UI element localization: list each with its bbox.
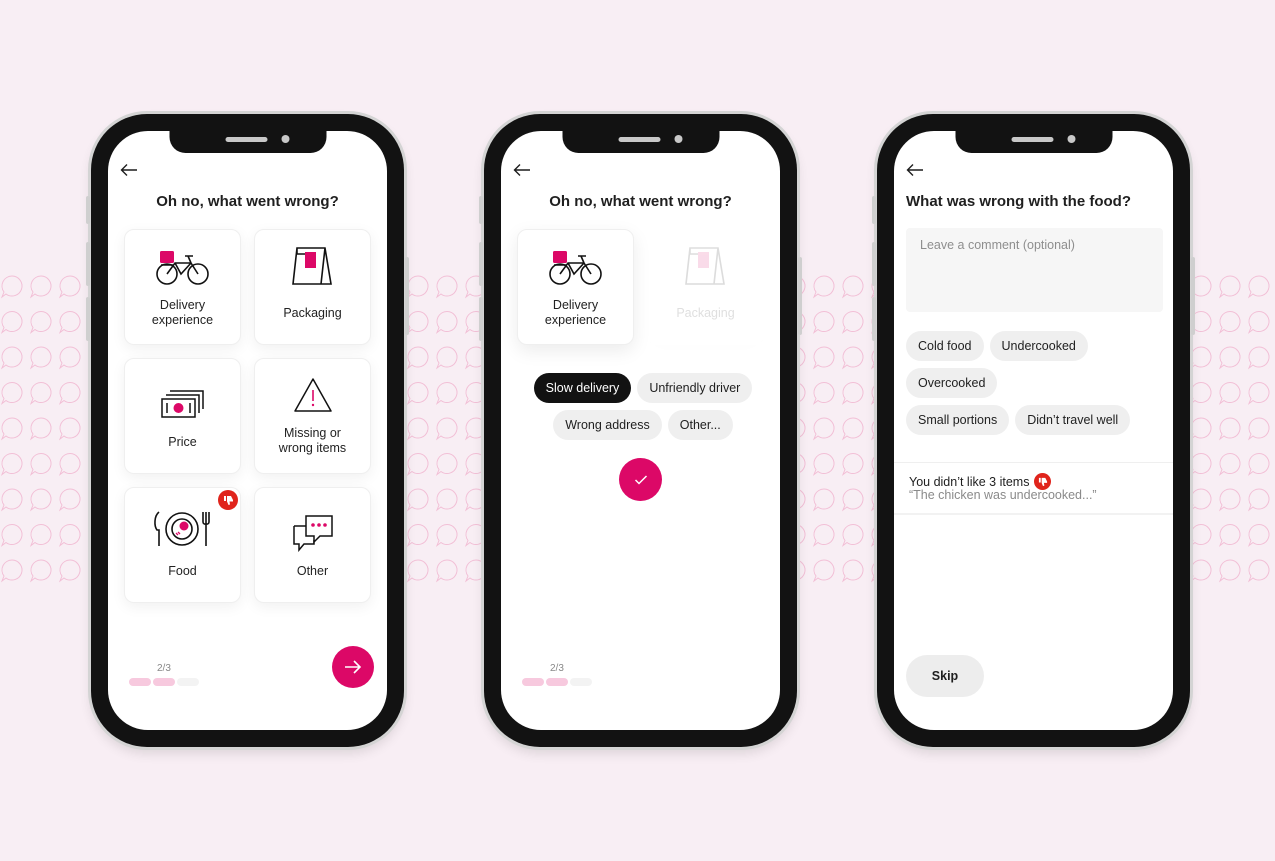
chip-unfriendly-driver[interactable]: Unfriendly driver	[637, 373, 753, 403]
progress-bar	[129, 678, 199, 686]
phone-side-button	[405, 257, 409, 335]
disliked-items-summary[interactable]: You didn’t like 3 items “The chicken was…	[894, 462, 1173, 515]
skip-button[interactable]: Skip	[906, 655, 984, 697]
phone-side-button	[479, 297, 483, 341]
screen-delivery-issues: Oh no, what went wrong? Delivery experien…	[501, 131, 780, 730]
bag-icon	[291, 247, 332, 285]
chat-bubbles-icon	[292, 515, 333, 552]
progress-label: 2/3	[157, 663, 171, 674]
screen-food-issues: What was wrong with the food? Cold food …	[894, 131, 1173, 730]
notch	[562, 131, 719, 153]
category-label: Food	[168, 564, 197, 578]
category-card-delivery[interactable]: Delivery experience	[517, 229, 634, 345]
category-card-other[interactable]: Other	[254, 487, 371, 603]
phone-side-button	[872, 297, 876, 341]
confirm-button[interactable]	[619, 458, 662, 501]
progress-bar	[522, 678, 592, 686]
phone-side-button	[1191, 257, 1195, 335]
progress-step	[570, 678, 592, 686]
progress-step	[129, 678, 151, 686]
arrow-left-icon[interactable]	[513, 163, 531, 177]
phone-side-button	[86, 196, 90, 224]
chip-undercooked[interactable]: Undercooked	[989, 331, 1088, 361]
summary-quote: “The chicken was undercooked...”	[909, 488, 1097, 502]
chip-overcooked[interactable]: Overcooked	[906, 368, 998, 398]
phone-frame-1: Oh no, what went wrong? Delivery experien…	[86, 114, 409, 747]
progress-step	[522, 678, 544, 686]
arrow-right-icon	[345, 660, 362, 674]
notch	[955, 131, 1112, 153]
chip-other[interactable]: Other...	[667, 410, 733, 440]
bicycle-icon	[155, 251, 209, 285]
progress-step	[546, 678, 568, 686]
category-label: Packaging	[283, 306, 342, 320]
phone-side-button	[86, 242, 90, 286]
notch	[169, 131, 326, 153]
phone-frame-2: Oh no, what went wrong? Delivery experien…	[479, 114, 802, 747]
bag-icon	[684, 247, 725, 285]
summary-text: You didn’t like 3 items	[909, 474, 1030, 489]
delivery-issue-chips: Slow delivery Unfriendly driver Wrong ad…	[527, 373, 759, 440]
phone-side-button	[479, 196, 483, 224]
category-label: Price	[168, 435, 197, 449]
category-card-packaging[interactable]: Packaging	[647, 229, 764, 345]
check-icon	[634, 474, 647, 485]
category-card-missing-items[interactable]: Missing or wrong items	[254, 358, 371, 474]
food-issue-chips: Cold food Undercooked Overcooked Small p…	[906, 331, 1156, 435]
progress-label: 2/3	[550, 663, 564, 674]
next-button[interactable]	[332, 646, 374, 688]
screen-what-went-wrong: Oh no, what went wrong? Delivery experien…	[108, 131, 387, 730]
phone-frame-3: What was wrong with the food? Cold food …	[872, 114, 1195, 747]
category-label: Other	[296, 564, 329, 578]
category-label: Packaging	[676, 306, 735, 320]
chip-small-portions[interactable]: Small portions	[906, 405, 1010, 435]
progress-step	[153, 678, 175, 686]
category-label: Delivery experience	[151, 298, 214, 327]
page-title: Oh no, what went wrong?	[156, 193, 339, 210]
category-label: Delivery experience	[544, 298, 607, 327]
warning-icon	[293, 378, 332, 412]
comment-input[interactable]	[906, 228, 1163, 312]
chip-slow-delivery[interactable]: Slow delivery	[533, 373, 632, 403]
category-label: Missing or wrong items	[278, 426, 347, 455]
arrow-left-icon[interactable]	[120, 163, 138, 177]
page-title: Oh no, what went wrong?	[549, 193, 732, 210]
thumbs-down-icon	[218, 490, 238, 510]
category-card-delivery[interactable]: Delivery experience	[124, 229, 241, 345]
category-card-price[interactable]: Price	[124, 358, 241, 474]
phone-side-button	[872, 196, 876, 224]
category-card-packaging[interactable]: Packaging	[254, 229, 371, 345]
chip-wrong-address[interactable]: Wrong address	[553, 410, 662, 440]
plate-icon	[153, 511, 210, 546]
category-card-food[interactable]: Food	[124, 487, 241, 603]
chip-cold-food[interactable]: Cold food	[906, 331, 984, 361]
phone-side-button	[798, 257, 802, 335]
phone-side-button	[86, 297, 90, 341]
page-title: What was wrong with the food?	[906, 193, 1131, 210]
banknotes-icon	[160, 390, 204, 418]
chip-didnt-travel-well[interactable]: Didn’t travel well	[1015, 405, 1131, 435]
arrow-left-icon[interactable]	[906, 163, 924, 177]
bicycle-icon	[548, 251, 602, 285]
phone-side-button	[479, 242, 483, 286]
phone-side-button	[872, 242, 876, 286]
progress-step	[177, 678, 199, 686]
